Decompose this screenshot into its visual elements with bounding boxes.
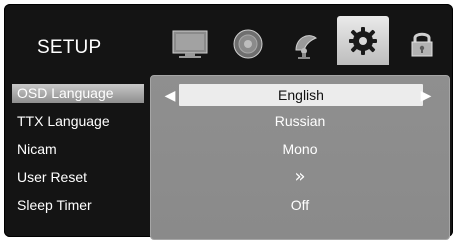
user-reset-action[interactable]: » (151, 166, 449, 188)
tab-lock[interactable] (396, 23, 448, 65)
right-arrow-icon[interactable]: ▶ (417, 86, 435, 104)
speaker-icon (233, 29, 263, 59)
double-chevron-right-icon: » (294, 166, 306, 187)
menu-item-osd-language[interactable]: OSD Language (12, 84, 144, 103)
left-arrow-icon[interactable]: ◀ (161, 86, 179, 104)
tab-picture[interactable] (164, 23, 216, 65)
page-title: SETUP (37, 37, 102, 58)
settings-values-panel: ◀ English ▶ Russian Mono » Off (150, 75, 450, 240)
sleep-timer-value[interactable]: Off (151, 194, 449, 216)
osd-language-value[interactable]: English (179, 84, 423, 106)
nicam-value[interactable]: Mono (151, 138, 449, 160)
settings-menu: OSD Language TTX Language Nicam User Res… (12, 78, 144, 228)
monitor-icon (172, 30, 208, 58)
ttx-language-value[interactable]: Russian (151, 110, 449, 132)
setup-screen: SETUP OSD Language TTX Language Nicam Us… (4, 4, 453, 240)
menu-item-sleep-timer[interactable]: Sleep Timer (12, 196, 144, 215)
menu-item-user-reset[interactable]: User Reset (12, 168, 144, 187)
padlock-icon (411, 32, 433, 57)
menu-item-nicam[interactable]: Nicam (12, 140, 144, 159)
tab-setup[interactable] (337, 16, 389, 65)
gear-icon (349, 26, 377, 55)
tab-channel[interactable] (280, 23, 332, 65)
satellite-dish-icon (295, 35, 318, 59)
tab-audio[interactable] (222, 23, 274, 65)
menu-item-ttx-language[interactable]: TTX Language (12, 112, 144, 131)
